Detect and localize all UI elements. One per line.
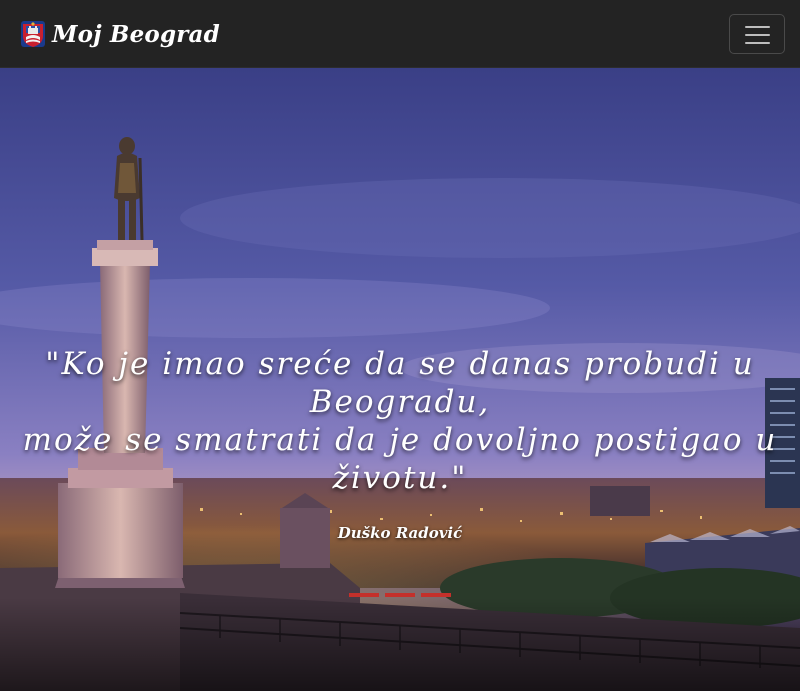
belgrade-crest-icon xyxy=(20,20,46,48)
quote-line: Beogradu, xyxy=(309,384,491,420)
hero-quote: "Ko je imao sreće da se danas probudi u … xyxy=(20,345,780,497)
carousel-indicator-3[interactable] xyxy=(421,593,451,597)
quote-line: životu." xyxy=(332,460,468,496)
brand-title: Moj Beograd xyxy=(52,20,220,48)
navbar: Moj Beograd xyxy=(0,0,800,68)
hero-carousel: "Ko je imao sreće da se danas probudi u … xyxy=(0,68,800,691)
carousel-indicator-1[interactable] xyxy=(349,593,379,597)
carousel-indicator-2[interactable] xyxy=(385,593,415,597)
brand-link[interactable]: Moj Beograd xyxy=(20,17,220,51)
quote-line: može se smatrati da je dovoljno postigao… xyxy=(22,422,778,458)
quote-author: Duško Radović xyxy=(337,524,463,542)
navbar-toggle-button[interactable] xyxy=(729,14,785,54)
carousel-indicators xyxy=(349,593,451,597)
quote-line: "Ko je imao sreće da se danas probudi u xyxy=(45,346,755,382)
